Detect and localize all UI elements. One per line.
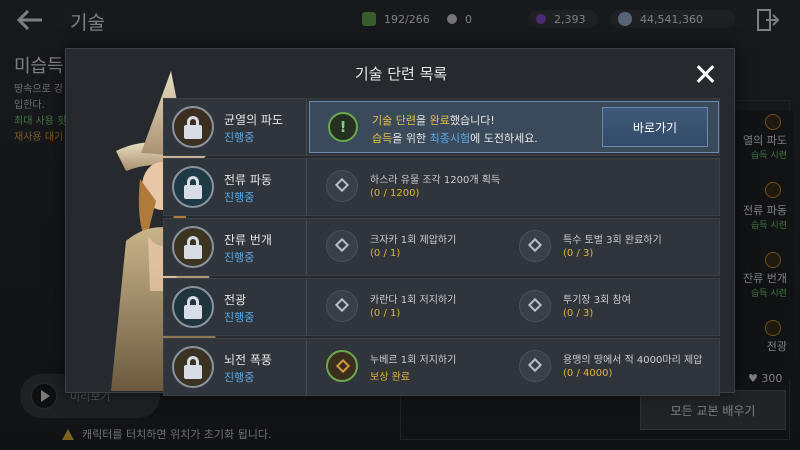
quest-emblem-icon [326,170,358,202]
training-row: 잔류 번개 진행중 크자카 1회 제압하기 (0 / 1) 특수 토벌 3회 완… [163,218,720,276]
notice-line-2: 습득을 위한 최종시험에 도전하세요. [372,132,538,145]
quest-item[interactable]: 누베르 1회 저지하기 보상 완료 [326,349,526,387]
skill-status: 진행중 [224,251,255,264]
quest-text: 투기장 3회 참여 [563,295,631,306]
skill-name: 뇌전 폭풍 [224,353,272,367]
shortcut-button[interactable]: 바로가기 [602,107,708,147]
quest-item[interactable]: 투기장 3회 참여 (0 / 3) [519,289,719,327]
quest-progress: (0 / 1) [370,308,401,319]
skill-cell: 균열의 파도 진행중 [164,99,307,155]
quest-progress: (0 / 1) [370,248,401,259]
quest-text: 하스라 유물 조각 1200개 획득 [370,175,501,186]
quest-text: 누베르 1회 저지하기 [370,355,457,366]
quest-item[interactable]: 특수 토벌 3회 완료하기 (0 / 3) [519,229,719,267]
quest-text: 용맹의 땅에서 적 4000마리 제압 [563,355,703,366]
quest-complete-icon [326,350,358,382]
quest-progress: (0 / 1200) [370,188,420,199]
quest-progress: 보상 완료 [370,372,410,383]
skill-status: 진행중 [224,371,255,384]
quest-emblem-icon [519,230,551,262]
skill-training-modal: 기술 단련 목록 균열의 파도 진행중 ! 기술 단련을 완료했습니다! 습득을… [65,48,735,396]
lock-icon [172,166,214,208]
skill-cell: 전류 파동 진행중 [164,159,307,215]
training-row: 균열의 파도 진행중 ! 기술 단련을 완료했습니다! 습득을 위한 최종시험에… [163,98,720,156]
notice-line-1: 기술 단련을 완료했습니다! [372,114,495,127]
skill-name: 균열의 파도 [224,113,284,127]
completion-notice: ! 기술 단련을 완료했습니다! 습득을 위한 최종시험에 도전하세요. 바로가… [309,101,719,153]
training-row: 뇌전 폭풍 진행중 누베르 1회 저지하기 보상 완료 용맹의 땅에서 적 40… [163,338,720,396]
quest-text: 카란다 1회 저지하기 [370,295,457,306]
skill-name: 잔류 번개 [224,233,272,247]
lock-icon [172,346,214,388]
skill-name: 전류 파동 [224,173,272,187]
quest-item[interactable]: 카란다 1회 저지하기 (0 / 1) [326,289,526,327]
quest-emblem-icon [519,290,551,322]
skill-status: 진행중 [224,131,255,144]
exclamation-icon: ! [328,112,358,142]
quest-item[interactable]: 용맹의 땅에서 적 4000마리 제압 (0 / 4000) [519,349,719,387]
skill-name: 전광 [224,293,247,307]
quest-text: 크자카 1회 제압하기 [370,235,457,246]
quest-progress: (0 / 4000) [563,368,613,379]
skill-cell: 잔류 번개 진행중 [164,219,307,275]
lock-icon [172,226,214,268]
skill-cell: 뇌전 폭풍 진행중 [164,339,307,395]
quest-emblem-icon [326,290,358,322]
training-row: 전류 파동 진행중 하스라 유물 조각 1200개 획득 (0 / 1200) [163,158,720,216]
quest-item[interactable]: 크자카 1회 제압하기 (0 / 1) [326,229,526,267]
skill-cell: 전광 진행중 [164,279,307,335]
training-row: 전광 진행중 카란다 1회 저지하기 (0 / 1) 투기장 3회 참여 (0 … [163,278,720,336]
quest-item[interactable]: 하스라 유물 조각 1200개 획득 (0 / 1200) [326,169,526,207]
skill-status: 진행중 [224,191,255,204]
quest-text: 특수 토벌 3회 완료하기 [563,235,662,246]
quest-progress: (0 / 3) [563,248,594,259]
skill-status: 진행중 [224,311,255,324]
close-icon[interactable] [694,63,716,85]
quest-progress: (0 / 3) [563,308,594,319]
lock-icon [172,286,214,328]
quest-emblem-icon [519,350,551,382]
lock-icon [172,106,214,148]
quest-emblem-icon [326,230,358,262]
